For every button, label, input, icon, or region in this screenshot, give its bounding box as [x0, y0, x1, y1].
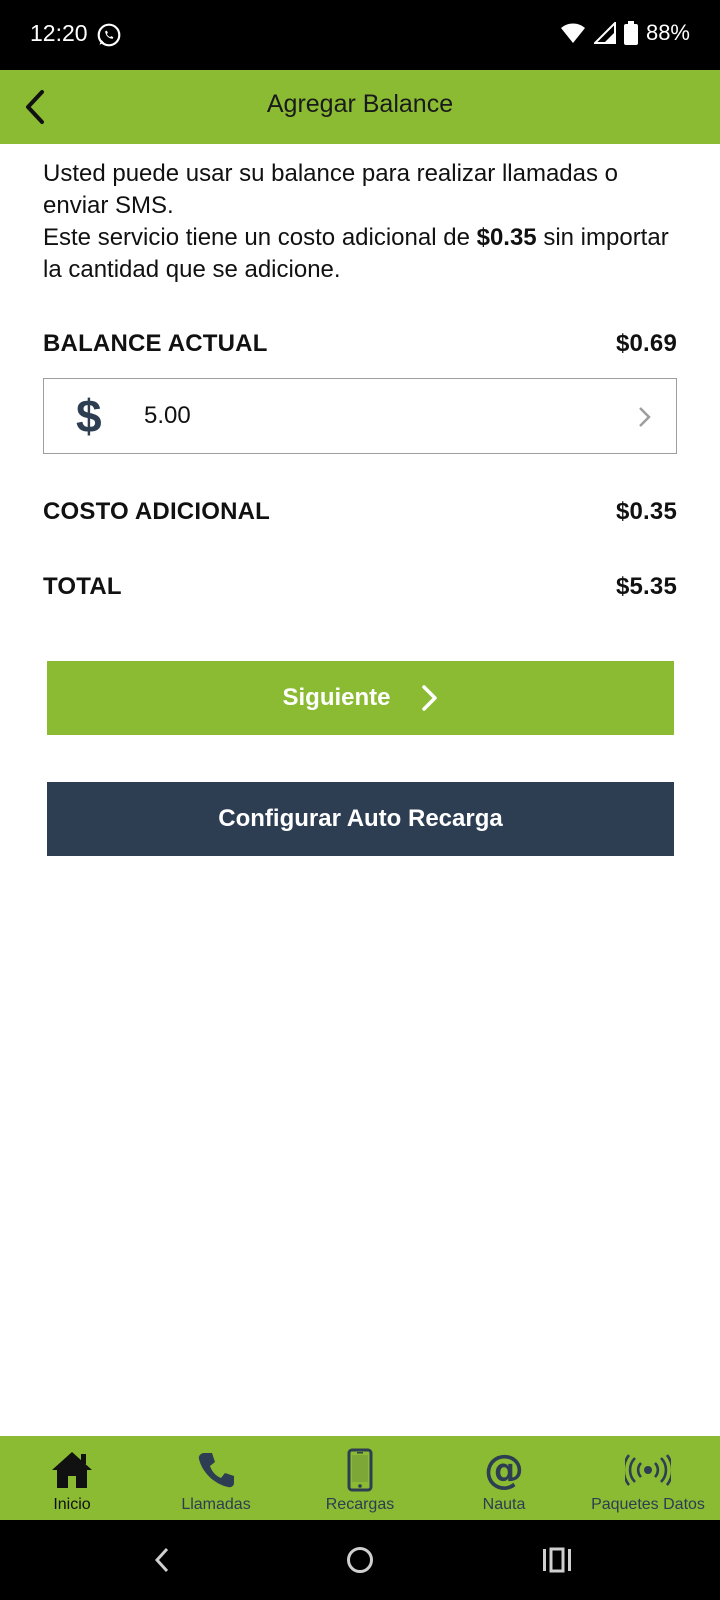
battery-icon: [623, 21, 638, 45]
next-button-label: Siguiente: [282, 684, 391, 711]
additional-cost-label: COSTO ADICIONAL: [43, 498, 271, 525]
next-button[interactable]: Siguiente: [47, 661, 674, 735]
nav-item-recargas[interactable]: Recargas: [288, 1436, 432, 1520]
intro-line-1: Usted puede usar su balance para realiza…: [43, 160, 619, 219]
total-label: TOTAL: [43, 573, 122, 600]
total-row: TOTAL $5.35: [43, 573, 677, 601]
system-back-icon: [154, 1547, 169, 1573]
signal-icon: [593, 22, 616, 44]
wifi-icon: [560, 23, 585, 43]
intro-line-2-prefix: Este servicio tiene un costo adicional d…: [43, 224, 477, 251]
system-recents-button[interactable]: [535, 1538, 579, 1582]
system-back-button[interactable]: [140, 1538, 184, 1582]
page-title: Agregar Balance: [266, 90, 454, 118]
home-icon: [52, 1452, 92, 1488]
balance-label: BALANCE ACTUAL: [43, 330, 268, 357]
at-sign-icon: @: [484, 1447, 524, 1493]
system-nav-bar: [0, 1520, 720, 1600]
amount-value: 5.00: [144, 402, 191, 429]
chevron-right-icon: [421, 685, 437, 711]
balance-value: $0.69: [615, 330, 677, 357]
whatsapp-icon: [97, 23, 121, 47]
app-header: Agregar Balance: [0, 70, 720, 144]
broadcast-icon: [625, 1454, 671, 1486]
dollar-icon: $: [76, 390, 102, 442]
nav-label-recargas: Recargas: [325, 1496, 395, 1513]
nav-label-paquetes-datos: Paquetes Datos: [591, 1496, 705, 1513]
nav-label-nauta: Nauta: [482, 1496, 526, 1513]
status-indicators: 88%: [560, 20, 690, 46]
system-home-button[interactable]: [338, 1538, 382, 1582]
chevron-right-icon: [639, 407, 651, 427]
configure-auto-recharge-button[interactable]: Configurar Auto Recarga: [47, 782, 674, 856]
intro-section: Usted puede usar su balance para realiza…: [43, 158, 677, 286]
bottom-nav: Inicio Llamadas Recargas @ Nauta Paquete…: [0, 1436, 720, 1520]
nav-label-llamadas: Llamadas: [181, 1496, 251, 1513]
additional-cost-value: $0.35: [615, 498, 677, 525]
system-recents-icon: [543, 1547, 571, 1573]
nav-item-nauta[interactable]: @ Nauta: [432, 1436, 576, 1520]
nav-item-llamadas[interactable]: Llamadas: [144, 1436, 288, 1520]
nav-label-inicio: Inicio: [53, 1496, 91, 1513]
nav-item-paquetes-datos[interactable]: Paquetes Datos: [576, 1436, 720, 1520]
smartphone-icon: [347, 1448, 373, 1492]
phone-icon: [198, 1453, 234, 1488]
status-time: 12:20: [30, 20, 88, 46]
additional-cost-highlight: $0.35: [476, 224, 537, 251]
intro-line-2: Este servicio tiene un costo adicional d…: [43, 222, 677, 286]
system-home-icon: [347, 1547, 373, 1573]
nav-item-inicio[interactable]: Inicio: [0, 1436, 144, 1520]
status-bar: 12:20 88%: [0, 0, 720, 70]
additional-cost-row: COSTO ADICIONAL $0.35: [43, 498, 677, 526]
auto-recharge-label: Configurar Auto Recarga: [218, 805, 503, 832]
total-value: $5.35: [615, 573, 677, 600]
balance-row: BALANCE ACTUAL $0.69: [43, 330, 677, 358]
battery-level: 88%: [645, 20, 690, 45]
amount-selector[interactable]: $ 5.00: [43, 378, 677, 454]
